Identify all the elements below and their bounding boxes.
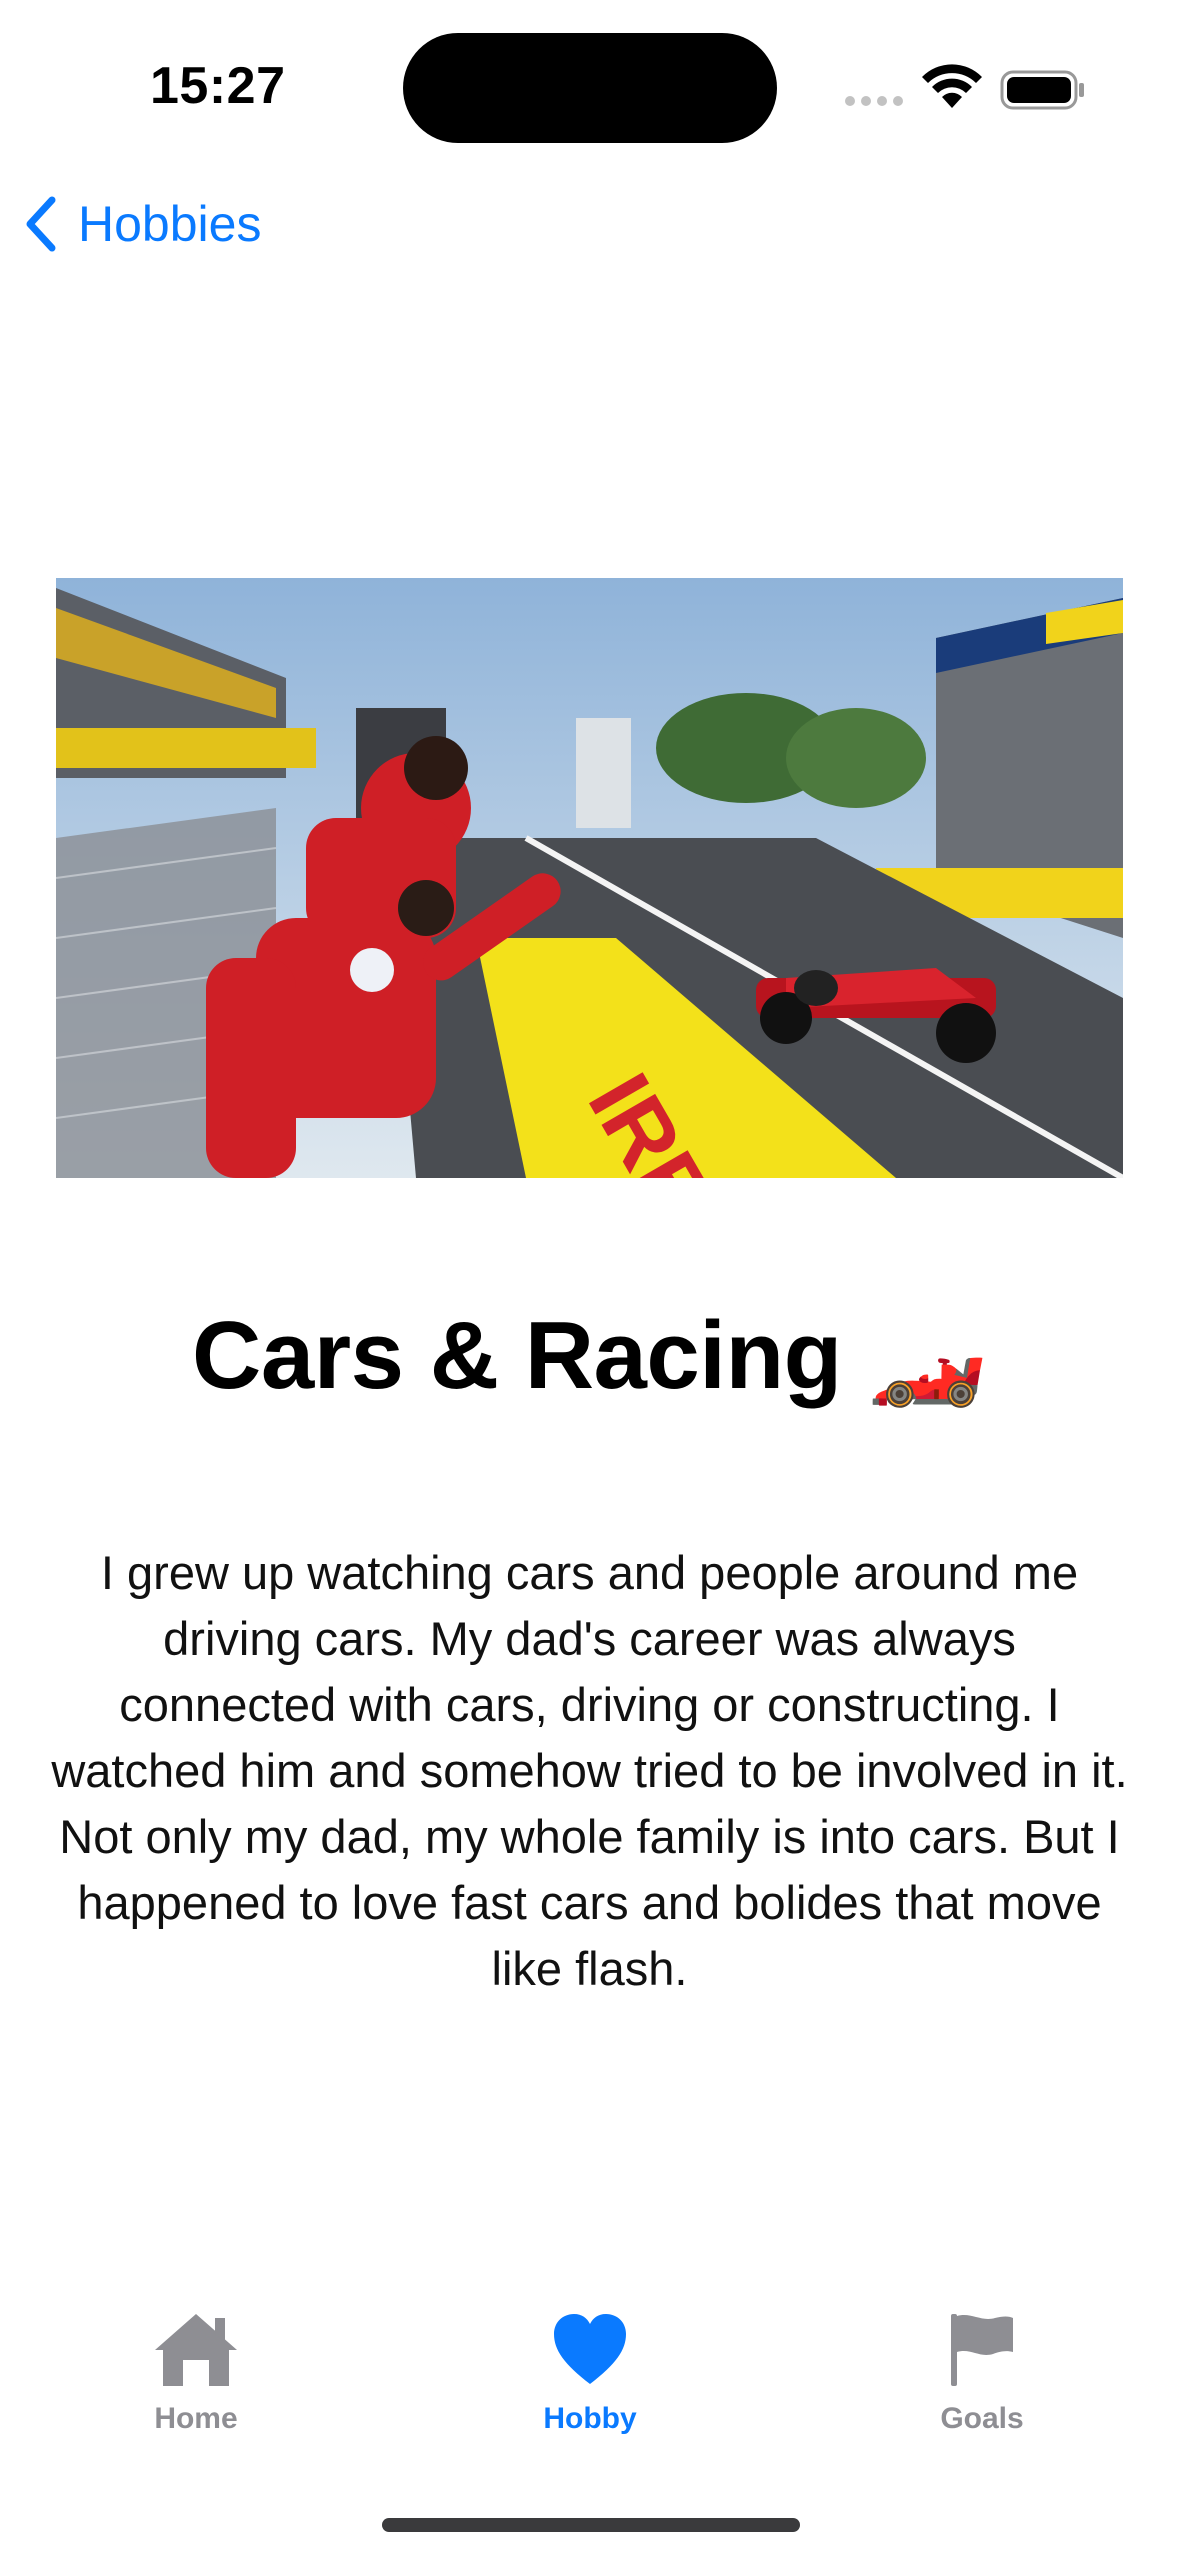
tab-home-label: Home [154, 2402, 238, 2435]
battery-icon [1000, 70, 1084, 110]
back-button[interactable]: Hobbies [24, 195, 261, 253]
hobby-description: I grew up watching cars and people aroun… [51, 1546, 1128, 1995]
screen: 15:27 Hobbies Cars & Racing 🏎️ I grew up… [0, 0, 1179, 2556]
tab-goals[interactable]: Goals [862, 2310, 1102, 2436]
tab-goals-label: Goals [940, 2402, 1024, 2435]
house-icon [155, 2314, 237, 2386]
tab-hobby[interactable]: Hobby [470, 2310, 710, 2436]
cellular-signal-icon [845, 96, 903, 106]
wifi-icon [922, 64, 982, 108]
status-time: 15:27 [150, 57, 286, 115]
back-button-label: Hobbies [78, 196, 262, 252]
dynamic-island [403, 33, 777, 143]
tab-hobby-label: Hobby [543, 2402, 637, 2435]
hero-image: IRELLI [56, 578, 1123, 1178]
page-title: Cars & Racing 🏎️ [192, 1302, 987, 1409]
tab-bar: Home Hobby Goals [0, 2310, 1179, 2490]
tab-home[interactable]: Home [76, 2310, 316, 2436]
heart-icon [554, 2314, 626, 2384]
chevron-left-icon [26, 196, 56, 252]
flag-icon [951, 2314, 1013, 2386]
home-indicator[interactable] [382, 2518, 800, 2532]
